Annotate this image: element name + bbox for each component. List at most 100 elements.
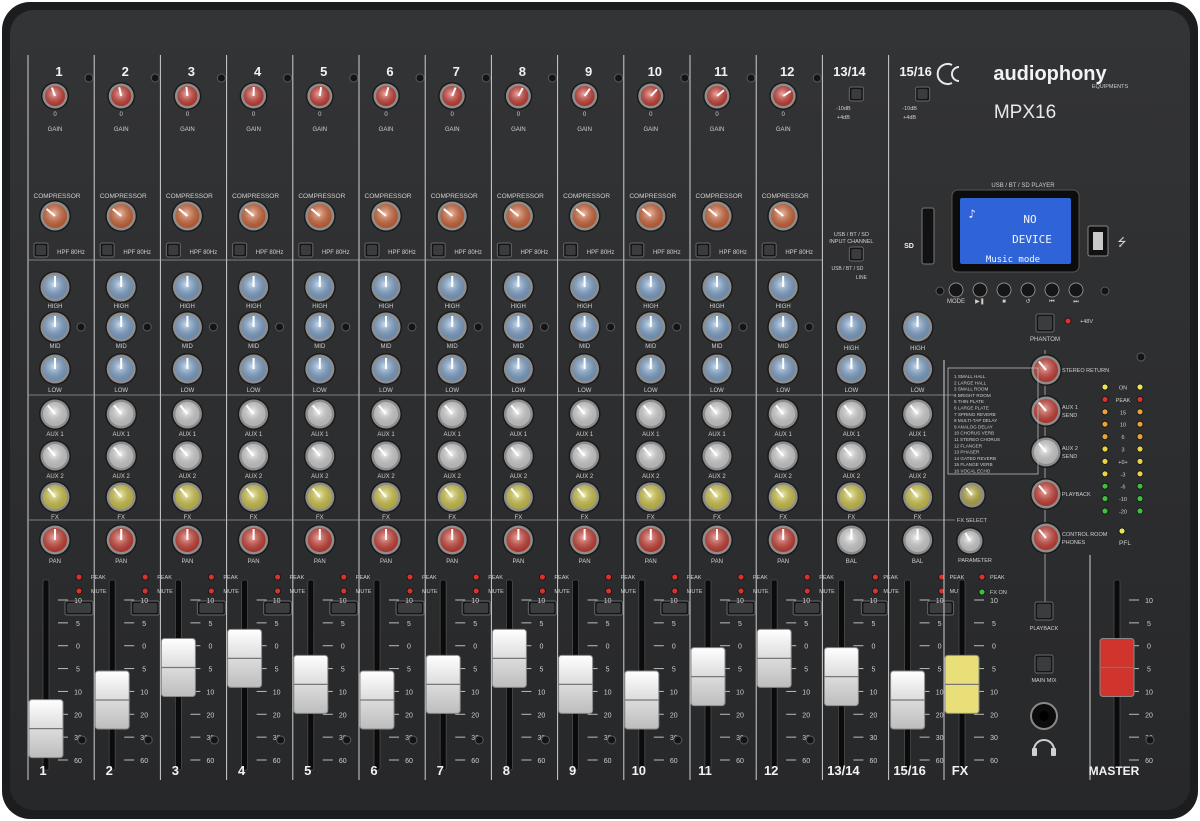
aux2-knob[interactable] <box>701 440 733 472</box>
fx-send-knob[interactable] <box>171 481 204 513</box>
aux2-knob[interactable] <box>901 440 934 472</box>
hpf-button[interactable] <box>695 242 711 258</box>
compressor-knob[interactable] <box>701 200 733 232</box>
hpf-button[interactable] <box>496 242 512 258</box>
pan-knob[interactable] <box>502 524 535 556</box>
aux1-knob[interactable] <box>634 398 667 430</box>
parameter-knob[interactable] <box>956 527 984 555</box>
eq-high-knob[interactable] <box>370 271 402 303</box>
eq-low-knob[interactable] <box>237 353 270 385</box>
eq-mid-knob[interactable] <box>39 311 71 343</box>
eq-low-knob[interactable] <box>634 353 667 385</box>
eq-high-knob[interactable] <box>634 271 667 303</box>
hpf-button[interactable] <box>165 242 181 258</box>
eq-high-knob[interactable] <box>171 271 204 303</box>
hpf-button[interactable] <box>33 242 49 258</box>
fx-send-knob[interactable] <box>39 481 71 513</box>
aux1-knob[interactable] <box>171 398 204 430</box>
gain-knob[interactable] <box>504 82 533 110</box>
hpf-button[interactable] <box>232 242 248 258</box>
eq-high-knob[interactable] <box>237 271 270 303</box>
aux2-knob[interactable] <box>237 440 270 472</box>
gain-knob[interactable] <box>239 82 268 110</box>
aux1-knob[interactable] <box>303 398 336 430</box>
compressor-knob[interactable] <box>568 200 601 232</box>
aux2-knob[interactable] <box>39 440 71 472</box>
aux1-knob[interactable] <box>835 398 868 430</box>
hpf-button[interactable] <box>364 242 380 258</box>
pan-knob[interactable] <box>171 524 204 556</box>
pan-knob[interactable] <box>303 524 336 556</box>
compressor-knob[interactable] <box>39 200 71 232</box>
aux1-send-knob[interactable] <box>1030 395 1062 427</box>
gain-knob[interactable] <box>769 82 798 110</box>
eq-high-knob[interactable] <box>39 271 71 303</box>
aux1-knob[interactable] <box>502 398 535 430</box>
eq-high-knob[interactable] <box>502 271 535 303</box>
aux1-knob[interactable] <box>237 398 270 430</box>
aux1-knob[interactable] <box>568 398 601 430</box>
aux2-send-knob[interactable] <box>1030 436 1062 468</box>
playback-route-button[interactable] <box>1034 601 1054 621</box>
eq-high-knob[interactable] <box>436 271 469 303</box>
compressor-knob[interactable] <box>767 200 800 232</box>
sd-card-slot[interactable] <box>921 207 935 265</box>
aux2-knob[interactable] <box>303 440 336 472</box>
eq-high-knob[interactable] <box>701 271 733 303</box>
eq-low-knob[interactable] <box>502 353 535 385</box>
control-room-phones-knob[interactable] <box>1030 522 1062 554</box>
aux1-knob[interactable] <box>436 398 469 430</box>
gain-knob[interactable] <box>41 82 69 110</box>
aux1-knob[interactable] <box>901 398 934 430</box>
eq-high-knob[interactable] <box>835 311 868 343</box>
aux2-knob[interactable] <box>105 440 138 472</box>
aux2-knob[interactable] <box>634 440 667 472</box>
gain-knob[interactable] <box>703 82 731 110</box>
eq-mid-knob[interactable] <box>370 311 402 343</box>
fx-send-knob[interactable] <box>701 481 733 513</box>
compressor-knob[interactable] <box>634 200 667 232</box>
aux1-knob[interactable] <box>105 398 138 430</box>
fx-send-knob[interactable] <box>568 481 601 513</box>
hpf-button[interactable] <box>298 242 314 258</box>
compressor-knob[interactable] <box>436 200 469 232</box>
pan-knob[interactable] <box>237 524 270 556</box>
gain-knob[interactable] <box>305 82 334 110</box>
fx-send-knob[interactable] <box>370 481 402 513</box>
balance-knob[interactable] <box>835 524 868 556</box>
eq-low-knob[interactable] <box>39 353 71 385</box>
eq-low-knob[interactable] <box>370 353 402 385</box>
eq-high-knob[interactable] <box>105 271 138 303</box>
eq-low-knob[interactable] <box>835 353 868 385</box>
pan-knob[interactable] <box>568 524 601 556</box>
pan-knob[interactable] <box>436 524 469 556</box>
gain-knob[interactable] <box>570 82 599 110</box>
eq-mid-knob[interactable] <box>634 311 667 343</box>
eq-mid-knob[interactable] <box>502 311 535 343</box>
eq-high-knob[interactable] <box>303 271 336 303</box>
aux2-knob[interactable] <box>171 440 204 472</box>
aux2-knob[interactable] <box>436 440 469 472</box>
fx-send-knob[interactable] <box>237 481 270 513</box>
hpf-button[interactable] <box>562 242 579 258</box>
eq-mid-knob[interactable] <box>237 311 270 343</box>
aux1-knob[interactable] <box>767 398 800 430</box>
compressor-knob[interactable] <box>370 200 402 232</box>
hpf-button[interactable] <box>629 242 645 258</box>
gain-knob[interactable] <box>107 82 136 110</box>
pan-knob[interactable] <box>701 524 733 556</box>
stereo-return-knob[interactable] <box>1030 354 1062 386</box>
eq-mid-knob[interactable] <box>436 311 469 343</box>
mode-button[interactable] <box>948 282 964 298</box>
fx-send-knob[interactable] <box>436 481 469 513</box>
playback-level-knob[interactable] <box>1030 478 1062 510</box>
main-mix-button[interactable] <box>1034 654 1054 674</box>
aux2-knob[interactable] <box>767 440 800 472</box>
eq-mid-knob[interactable] <box>701 311 733 343</box>
balance-knob[interactable] <box>901 524 934 556</box>
fx-send-knob[interactable] <box>105 481 138 513</box>
eq-mid-knob[interactable] <box>568 311 601 343</box>
eq-low-knob[interactable] <box>901 353 934 385</box>
eq-low-knob[interactable] <box>105 353 138 385</box>
hpf-button[interactable] <box>99 242 115 258</box>
